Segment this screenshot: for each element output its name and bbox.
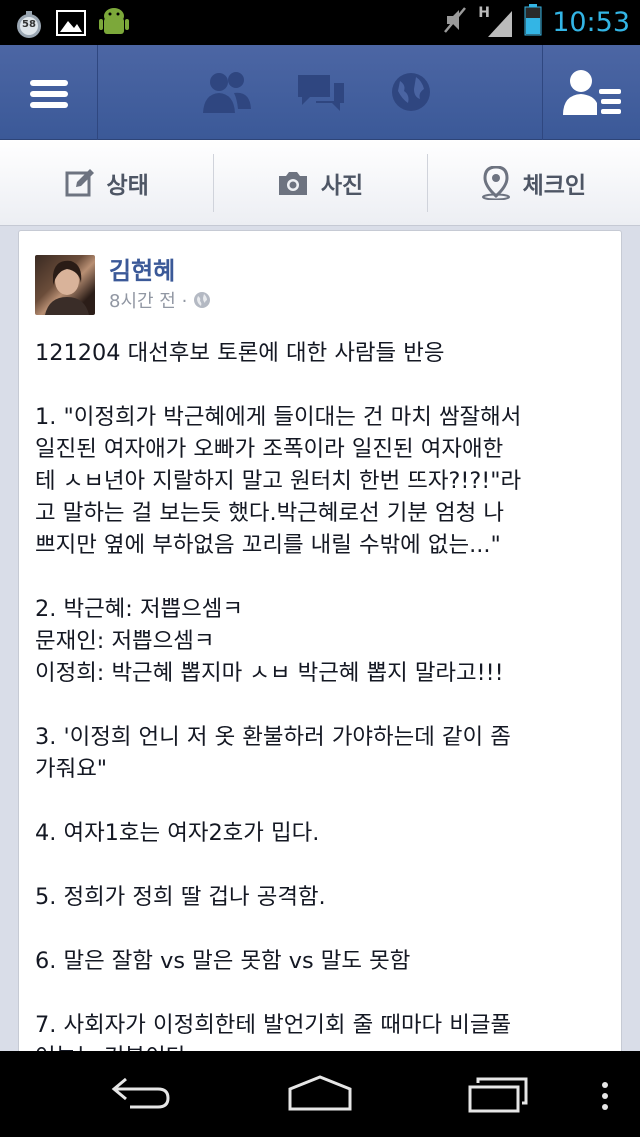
friend-requests-icon	[203, 72, 251, 113]
camera-icon	[278, 171, 307, 195]
post-line: 5. 정희가 정희 딸 겁나 공격함.	[35, 884, 326, 910]
android-icon	[98, 6, 130, 44]
mute-icon	[442, 5, 468, 39]
post-body: 121204 대선후보 토론에 대한 사람들 반응 1. "이정희가 박근혜에게 …	[35, 337, 615, 1051]
post-line: 7. 사회자가 이정희한테 발언기회 줄 때마다 비글풀	[35, 1012, 512, 1038]
post-time: 8시간 전 ·	[109, 291, 188, 312]
clock: 10:53	[552, 6, 630, 38]
back-icon	[111, 1077, 170, 1109]
edit-status-icon	[65, 168, 94, 196]
notifications-globe-icon	[392, 73, 430, 111]
post-line: 일진된 여자애가 오빠가 조폭이라 일진된 여자애한	[35, 436, 504, 462]
post-line: 가줘요"	[35, 756, 108, 782]
post-line: 테 ㅅㅂ년아 지랄하지 말고 원터치 한번 뜨자?!?!"라	[35, 468, 522, 494]
notification-count: 58	[22, 19, 36, 30]
post-line: 고 말하는 걸 보는듯 했다.박근혜로선 기분 엄청 나	[35, 500, 504, 526]
post-line: 어놓는 기분이다.	[35, 1041, 615, 1051]
public-globe-icon	[194, 292, 211, 308]
post-line: 2. 박근혜: 저쁩으셈ㅋ	[35, 596, 243, 622]
friend-requests-button[interactable]	[200, 69, 254, 119]
post-meta: 8시간 전 ·	[109, 287, 211, 313]
status-button[interactable]: 상태	[0, 140, 213, 225]
post-line: 문재인: 저쁩으셈ㅋ	[35, 628, 215, 654]
home-button[interactable]	[286, 1073, 354, 1117]
post-line: 이정희: 박근혜 뽑지마 ㅅㅂ 박근혜 뽑지 말라고!!!	[35, 660, 504, 686]
facebook-top-bar	[0, 45, 640, 140]
avatar[interactable]	[35, 255, 95, 315]
post-line: 121204 대선후보 토론에 대한 사람들 반응	[35, 340, 445, 366]
menu-button[interactable]	[0, 45, 98, 140]
composer-action-bar: 상태 사진 체크인	[0, 140, 640, 226]
gallery-icon	[56, 10, 86, 40]
friends-list-icon	[563, 70, 621, 115]
post-line: 6. 말은 잘함 vs 말은 못함 vs 말도 못함	[35, 948, 411, 974]
recent-apps-button[interactable]	[468, 1073, 532, 1117]
messages-button[interactable]	[294, 69, 348, 119]
messages-icon	[298, 75, 344, 111]
battery-icon	[524, 4, 542, 40]
photo-label: 사진	[320, 172, 364, 199]
notification-58-icon: 58	[14, 10, 44, 40]
home-icon	[288, 1075, 352, 1111]
checkin-label: 체크인	[522, 172, 587, 199]
friends-list-button[interactable]	[542, 45, 640, 140]
news-feed[interactable]: 김현혜 8시간 전 · 121204 대선후보 토론에 대한 사람들 반응 1. …	[0, 226, 640, 1051]
overflow-menu-icon	[602, 1082, 608, 1110]
signal-icon: H	[478, 5, 514, 39]
post-line: 4. 여자1호는 여자2호가 밉다.	[35, 820, 320, 846]
navigation-bar	[0, 1051, 640, 1137]
photo-button[interactable]: 사진	[213, 140, 426, 225]
status-bar: 58 H 10:53	[0, 0, 640, 45]
notifications-button[interactable]	[388, 69, 434, 119]
status-label: 상태	[106, 172, 149, 199]
post-line: 쁘지만 옆에 부하없음 꼬리를 내릴 수밖에 없는..."	[35, 532, 501, 558]
menu-icon	[30, 80, 68, 108]
checkin-button[interactable]: 체크인	[426, 140, 640, 225]
recent-apps-icon	[468, 1077, 528, 1113]
author-name[interactable]: 김현혜	[109, 251, 175, 286]
location-pin-icon	[481, 165, 510, 200]
overflow-menu-button[interactable]	[600, 1081, 610, 1115]
post-line: 3. '이정희 언니 저 옷 환불하러 가야하는데 같이 좀	[35, 724, 511, 750]
back-button[interactable]	[108, 1073, 174, 1117]
feed-story-card: 김현혜 8시간 전 · 121204 대선후보 토론에 대한 사람들 반응 1. …	[18, 230, 622, 1051]
post-line: 1. "이정희가 박근혜에게 들이대는 건 마치 쌈잘해서	[35, 404, 522, 430]
